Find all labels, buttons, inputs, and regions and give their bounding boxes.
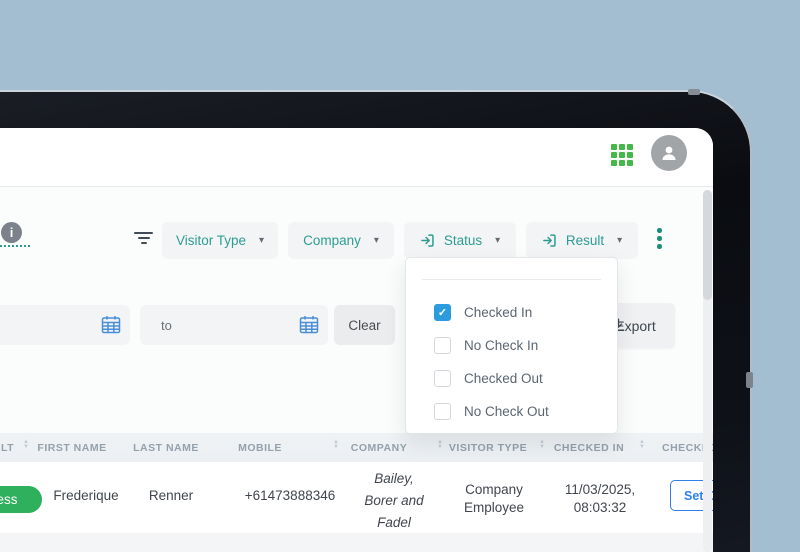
chevron-down-icon: ▾ [373,235,379,246]
company-dropdown[interactable]: Company ▾ [288,222,394,259]
checkbox-checked-icon[interactable]: ✓ [434,303,451,321]
sort-icon[interactable]: ▲ ▼ [331,439,341,450]
calendar-icon [299,316,319,334]
menu-divider [422,279,601,280]
checkbox-unchecked-icon[interactable] [434,369,451,387]
checkbox-unchecked-icon[interactable] [434,336,451,354]
checked-in-line: 11/03/2025, [564,482,636,497]
status-dropdown-menu: ✓ Checked In No Check In Checked Out No … [405,257,618,434]
result-dropdown[interactable]: Result ▾ [526,222,638,259]
page-background: i Visitor Type ▾ Company ▾ Status ▾ Resu… [0,0,800,552]
company-line: Borer and [364,493,424,508]
sort-icon[interactable]: ▲ ▼ [435,439,445,450]
date-range-to-label: to [161,317,172,333]
column-header-visitor-type: VISITOR TYPE [448,442,528,454]
table-row: Success Frederique Renner +61473888346 B… [0,462,713,533]
vertical-scrollbar [703,190,712,552]
top-bar [0,128,713,187]
cell-company: Bailey, Borer and Fadel [364,468,423,534]
option-label: No Check Out [464,403,549,419]
sort-icon[interactable]: ▲ ▼ [637,439,647,450]
company-label: Company [303,233,361,248]
column-header-checked-in: CHECKED IN [553,442,625,454]
table-footer-band [0,533,713,552]
user-avatar[interactable] [651,135,687,171]
visitor-type-dropdown[interactable]: Visitor Type ▾ [162,222,278,259]
sign-in-icon [542,234,556,247]
sort-icon[interactable]: ▲ ▼ [537,439,547,450]
cell-first-name: Frederique [53,488,119,503]
status-option-checked-out[interactable]: Checked Out [434,367,543,389]
info-dotted-underline [0,245,30,247]
company-line: Bailey, [374,471,414,486]
app-screen: i Visitor Type ▾ Company ▾ Status ▾ Resu… [0,128,713,552]
cell-checked-in: 11/03/2025, 08:03:32 [565,481,635,517]
more-options-kebab-icon[interactable] [657,228,662,252]
column-header-mobile: MOBILE [238,442,282,454]
company-line: Fadel [377,515,411,530]
sign-in-icon [420,234,434,247]
visitor-type-line: Company [465,482,523,497]
option-label: Checked Out [464,370,543,386]
scrollbar-thumb[interactable] [703,190,712,300]
cell-visitor-type: Company Employee [464,481,524,517]
column-header-result: LT [1,442,15,454]
clear-button[interactable]: Clear [334,305,395,345]
apps-grid-icon[interactable] [611,144,634,167]
status-option-no-check-out[interactable]: No Check Out [434,400,549,422]
option-label: Checked In [464,304,533,320]
option-label: No Check In [464,337,539,353]
date-to-input[interactable]: to [140,305,328,345]
visitor-type-line: Employee [463,500,525,515]
info-icon[interactable]: i [1,222,22,243]
sort-icon[interactable]: ▲ ▼ [21,439,31,450]
result-label: Result [565,233,605,248]
status-option-checked-in[interactable]: ✓ Checked In [434,301,532,323]
visitor-type-label: Visitor Type [175,233,246,248]
table-header-row: LT ▲ ▼ FIRST NAME LAST NAME MOBILE ▲ ▼ COM… [0,433,713,462]
status-option-no-check-in[interactable]: No Check In [434,334,538,356]
device-camera-notch [688,89,700,95]
column-header-first-name: FIRST NAME [37,442,107,454]
status-label: Status [443,233,483,248]
date-from-input[interactable] [0,305,130,345]
chevron-down-icon: ▾ [259,235,265,246]
filter-lines-icon[interactable] [134,232,153,247]
result-status-badge: Success [0,486,42,513]
checked-in-line: 08:03:32 [573,500,627,515]
chevron-down-icon: ▾ [495,235,501,246]
status-dropdown[interactable]: Status ▾ [404,222,516,259]
column-header-last-name: LAST NAME [133,442,199,454]
cell-mobile: +61473888346 [244,488,336,503]
person-icon [662,146,676,160]
column-header-company: COMPANY [350,442,408,454]
clear-label: Clear [348,317,381,333]
checkbox-unchecked-icon[interactable] [434,402,451,420]
cell-last-name: Renner [148,488,194,503]
calendar-icon [101,316,121,334]
chevron-down-icon: ▾ [617,235,623,246]
device-side-button [746,372,753,388]
